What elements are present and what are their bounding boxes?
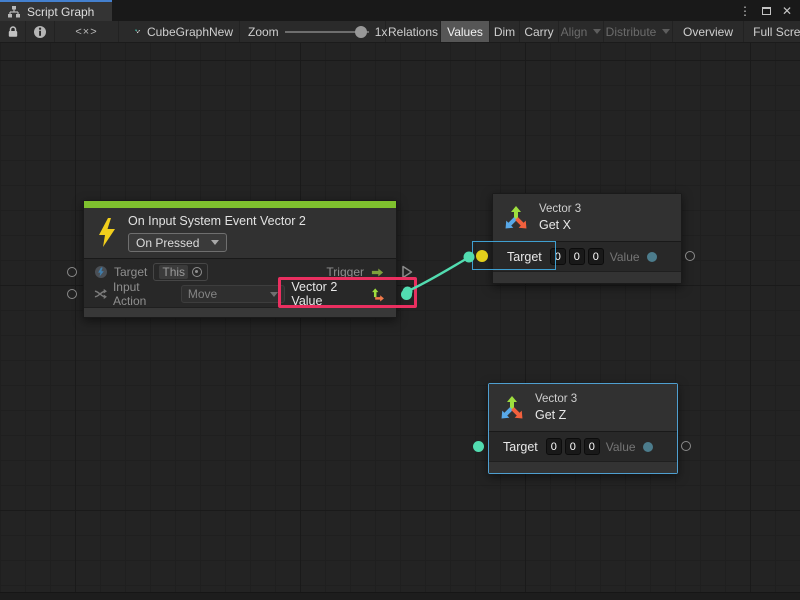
target-input-port[interactable] [473,441,484,452]
vector3-default-fields: 0 0 0 [550,248,604,265]
fullscreen-button[interactable]: Full Screen [744,21,800,42]
get-x-header: Vector 3 Get X [493,194,681,241]
event-node-accent-bar [84,201,396,208]
vector-y-field[interactable]: 0 [569,248,585,265]
dim-button[interactable]: Dim [490,21,520,42]
get-x-footer [493,271,681,283]
lightning-bolt-icon [97,218,117,248]
values-button[interactable]: Values [441,21,490,42]
value-port-dot [643,442,653,452]
node-on-input-system-event[interactable]: On Input System Event Vector 2 On Presse… [83,200,397,318]
tab-script-graph[interactable]: Script Graph [0,0,112,21]
zoom-label: Zoom [248,25,279,39]
hierarchy-icon [7,6,21,18]
chevron-down-icon [593,29,601,34]
event-mode-dropdown[interactable]: On Pressed [128,233,227,252]
align-button[interactable]: Align [559,21,604,42]
vector-z-field[interactable]: 0 [584,438,600,455]
canvas-bottom-edge [0,592,800,600]
input-action-input-port[interactable] [67,289,77,299]
get-z-footer [489,461,677,473]
info-icon [33,25,47,39]
get-z-header: Vector 3 Get Z [489,384,677,431]
graph-name: CubeGraphNew [147,25,233,39]
input-action-dropdown[interactable]: Move [181,285,286,303]
event-node-header: On Input System Event Vector 2 On Presse… [84,208,396,258]
vector3-icon [503,205,529,231]
maximize-icon[interactable] [762,7,771,15]
carry-button[interactable]: Carry [520,21,559,42]
target-object-value: This [159,265,188,279]
object-picker-icon[interactable] [192,267,202,277]
zoom-slider-handle[interactable] [355,26,367,38]
values-label: Values [447,25,483,39]
event-badge-icon [94,265,108,279]
carry-label: Carry [524,25,553,39]
edit-source-button[interactable]: <×> [55,21,119,42]
chevron-down-icon [662,29,670,34]
get-x-titles: Vector 3 Get X [539,203,581,232]
target-label: Target [114,265,147,279]
input-action-label: Input Action [113,280,171,308]
overview-button[interactable]: Overview [673,21,744,42]
get-z-titles: Vector 3 Get Z [535,393,577,422]
value-output-port[interactable] [681,441,691,451]
target-object-field[interactable]: This [153,263,208,281]
value-port-dot [647,252,657,262]
input-action-icon [94,288,107,300]
vector-y-field[interactable]: 0 [565,438,581,455]
node-category: Vector 3 [535,393,577,406]
close-icon[interactable]: ✕ [782,5,792,17]
graph-icon [135,25,140,38]
code-icon: <×> [75,26,97,38]
target-label: Target [503,440,538,454]
info-button[interactable] [26,21,55,42]
tab-bar: Script Graph ⋮ ✕ [0,0,800,21]
node-vector3-get-x[interactable]: Vector 3 Get X Target 0 0 0 Value [492,193,682,284]
dim-label: Dim [494,25,515,39]
vector3-icon [499,395,525,421]
flow-arrow-icon [369,267,386,278]
vector-z-field[interactable]: 0 [588,248,604,265]
node-operation: Get Z [535,408,577,422]
node-vector3-get-z[interactable]: Vector 3 Get Z Target 0 0 0 Value [488,383,678,474]
relations-button[interactable]: Relations [386,21,441,42]
graph-canvas[interactable]: On Input System Event Vector 2 On Presse… [0,43,800,600]
value-label: Value [606,440,636,454]
target-input-port[interactable] [67,267,77,277]
menu-icon[interactable]: ⋮ [739,5,751,17]
distribute-label: Distribute [606,25,657,39]
zoom-control: Zoom 1x [240,21,386,42]
get-z-target-row: Target 0 0 0 Value [489,431,677,461]
vector3-default-fields: 0 0 0 [546,438,600,455]
value-output: Value [606,440,673,454]
tab-title: Script Graph [27,5,94,19]
vector-x-field[interactable]: 0 [546,438,562,455]
distribute-button[interactable]: Distribute [604,21,673,42]
node-operation: Get X [539,218,581,232]
value-label: Value [610,250,640,264]
node-category: Vector 3 [539,203,581,216]
connection-wire [0,43,800,600]
value-output-port[interactable] [685,251,695,261]
input-action-value: Move [188,287,217,301]
align-label: Align [561,25,588,39]
graph-reference-button[interactable]: CubeGraphNew [119,21,240,42]
lock-icon [7,25,19,38]
target-port-highlight-box [472,241,556,270]
value-highlight-red-box [278,277,417,308]
event-node-footer [84,307,396,317]
fullscreen-label: Full Screen [753,25,800,39]
overview-label: Overview [683,25,733,39]
window-controls: ⋮ ✕ [739,0,800,21]
lock-button[interactable] [0,21,26,42]
event-mode-value: On Pressed [136,236,199,250]
unity-script-graph-window: Script Graph ⋮ ✕ <×> [0,0,800,600]
value-output: Value [610,250,677,264]
event-node-title: On Input System Event Vector 2 [128,214,386,229]
zoom-slider[interactable] [285,26,369,38]
graph-toolbar: <×> CubeGraphNew Zoom 1x Relations Value… [0,21,800,43]
relations-label: Relations [388,25,438,39]
chevron-down-icon [211,240,219,245]
